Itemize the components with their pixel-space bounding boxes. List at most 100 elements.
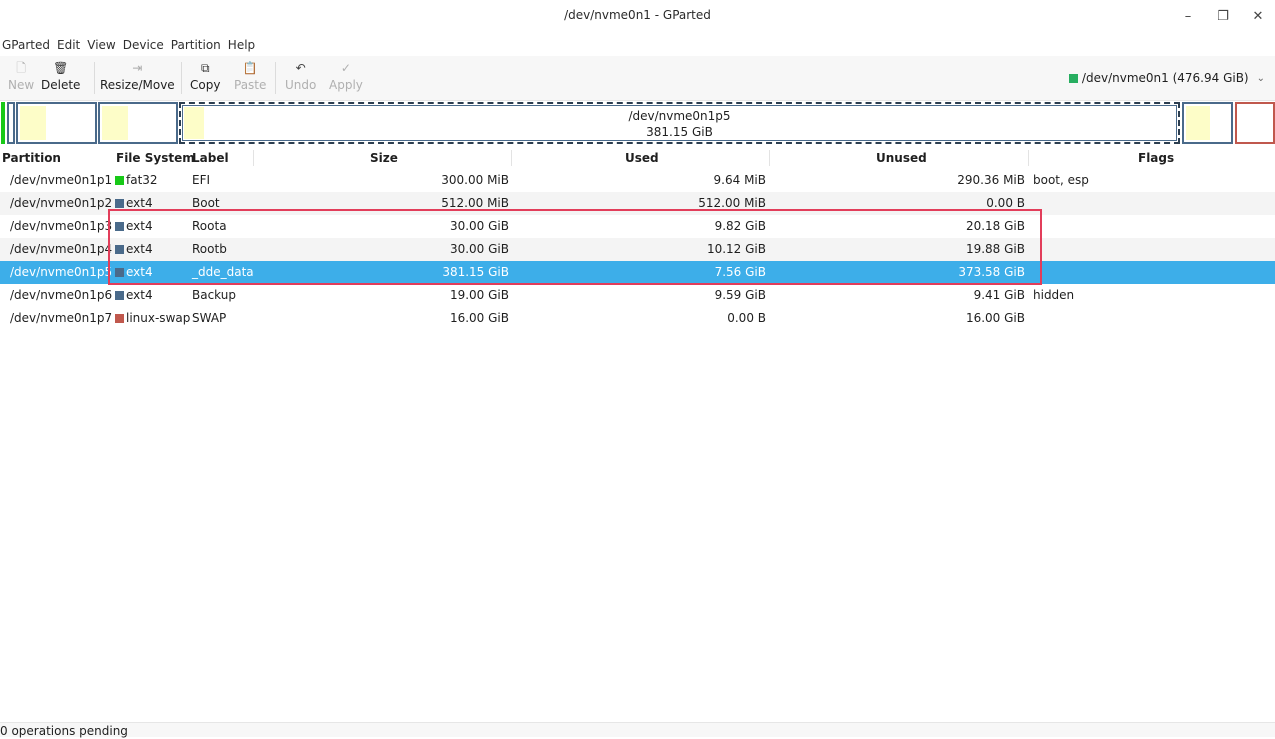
diskmap-segment-p4[interactable] [98, 102, 178, 144]
column-header-label[interactable]: Label [192, 148, 229, 168]
cell-size: 16.00 GiB [449, 311, 509, 325]
diskmap-segment-p2[interactable] [7, 102, 15, 144]
table-row[interactable]: /dev/nvme0n1p7 linux-swap SWAP 16.00 GiB… [0, 307, 1275, 330]
paste-label: Paste [234, 78, 267, 92]
cell-used: 0.00 B [727, 311, 766, 325]
resize-move-label: Resize/Move [100, 78, 175, 92]
apply-button[interactable]: ✓ Apply [329, 59, 363, 93]
cell-label: SWAP [192, 311, 227, 325]
cell-label: _dde_data [192, 265, 254, 279]
column-divider [253, 150, 254, 166]
filesystem-color-swatch [115, 268, 124, 277]
cell-used: 7.56 GiB [714, 265, 766, 279]
diskmap-selected-size: 381.15 GiB [646, 125, 713, 139]
cell-filesystem: ext4 [115, 261, 153, 284]
filesystem-name: ext4 [126, 219, 153, 233]
used-fill [1186, 106, 1210, 140]
cell-label: Roota [192, 219, 227, 233]
apply-icon: ✓ [340, 61, 351, 75]
diskmap-segment-p5[interactable]: /dev/nvme0n1p5 381.15 GiB [179, 102, 1180, 144]
filesystem-color-swatch [115, 245, 124, 254]
cell-unused: 19.88 GiB [965, 242, 1025, 256]
cell-unused: 0.00 B [986, 196, 1025, 210]
copy-button[interactable]: ⧉ Copy [190, 59, 220, 93]
menu-help[interactable]: Help [228, 35, 255, 55]
disk-map: /dev/nvme0n1p5 381.15 GiB [0, 102, 1275, 144]
cell-unused: 16.00 GiB [965, 311, 1025, 325]
cell-used: 9.82 GiB [714, 219, 766, 233]
cell-used: 10.12 GiB [706, 242, 766, 256]
cell-unused: 290.36 MiB [957, 173, 1025, 187]
minimize-button[interactable]: – [1177, 6, 1199, 26]
column-header-flags[interactable]: Flags [1138, 148, 1174, 168]
cell-size: 30.00 GiB [449, 219, 509, 233]
column-header-partition[interactable]: Partition [2, 148, 61, 168]
device-label: /dev/nvme0n1 (476.94 GiB) [1081, 71, 1249, 85]
menu-view[interactable]: View [87, 35, 115, 55]
device-selector[interactable]: /dev/nvme0n1 (476.94 GiB) ⌄ [1068, 71, 1265, 85]
diskmap-segment-p1[interactable] [1, 102, 5, 144]
diskmap-selected-label: /dev/nvme0n1p5 381.15 GiB [181, 108, 1178, 140]
new-icon: 🗋 [16, 61, 26, 75]
diskmap-segment-p6[interactable] [1182, 102, 1233, 144]
cell-filesystem: ext4 [115, 284, 153, 307]
column-header-unused[interactable]: Unused [876, 148, 927, 168]
column-divider [769, 150, 770, 166]
title-bar: /dev/nvme0n1 - GParted – ❐ ✕ [0, 0, 1275, 32]
table-row[interactable]: /dev/nvme0n1p1 fat32 EFI 300.00 MiB 9.64… [0, 169, 1275, 192]
menu-device[interactable]: Device [123, 35, 164, 55]
delete-button[interactable]: 🗑 Delete [41, 59, 80, 93]
cell-size: 30.00 GiB [449, 242, 509, 256]
cell-unused: 373.58 GiB [958, 265, 1025, 279]
cell-used: 512.00 MiB [698, 196, 766, 210]
new-button[interactable]: 🗋 New [8, 59, 34, 93]
diskmap-segment-p3[interactable] [16, 102, 97, 144]
paste-icon: 📋 [242, 61, 258, 75]
cell-used: 9.59 GiB [714, 288, 766, 302]
cell-filesystem: fat32 [115, 169, 158, 192]
cell-size: 381.15 GiB [442, 265, 509, 279]
filesystem-color-swatch [115, 291, 124, 300]
diskmap-segment-p7[interactable] [1235, 102, 1275, 144]
cell-label: Boot [192, 196, 220, 210]
table-row[interactable]: /dev/nvme0n1p6 ext4 Backup 19.00 GiB 9.5… [0, 284, 1275, 307]
close-button[interactable]: ✕ [1247, 6, 1269, 26]
apply-label: Apply [329, 78, 363, 92]
column-header-used[interactable]: Used [625, 148, 659, 168]
used-fill [102, 106, 128, 140]
cell-unused: 20.18 GiB [965, 219, 1025, 233]
table-row[interactable]: /dev/nvme0n1p4 ext4 Rootb 30.00 GiB 10.1… [0, 238, 1275, 261]
menu-edit[interactable]: Edit [57, 35, 80, 55]
column-header-size[interactable]: Size [370, 148, 398, 168]
cell-used: 9.64 MiB [713, 173, 766, 187]
menu-partition[interactable]: Partition [171, 35, 221, 55]
status-text: 0 operations pending [0, 724, 128, 738]
copy-icon: ⧉ [200, 61, 210, 75]
filesystem-name: ext4 [126, 196, 153, 210]
restore-button[interactable]: ❐ [1212, 6, 1234, 26]
resize-move-button[interactable]: ⇥ Resize/Move [100, 59, 175, 93]
filesystem-name: linux-swap [126, 311, 191, 325]
table-row[interactable]: /dev/nvme0n1p2 ext4 Boot 512.00 MiB 512.… [0, 192, 1275, 215]
toolbar-separator [94, 62, 95, 94]
cell-partition: /dev/nvme0n1p2 [10, 196, 113, 210]
cell-unused: 9.41 GiB [973, 288, 1025, 302]
paste-button[interactable]: 📋 Paste [234, 59, 266, 93]
table-row[interactable]: /dev/nvme0n1p3 ext4 Roota 30.00 GiB 9.82… [0, 215, 1275, 238]
cell-label: EFI [192, 173, 211, 187]
table-row-selected[interactable]: /dev/nvme0n1p5 ext4 _dde_data 381.15 GiB… [0, 261, 1275, 284]
column-divider [1028, 150, 1029, 166]
cell-filesystem: linux-swap [115, 307, 190, 330]
undo-icon: ↶ [295, 61, 306, 75]
column-header-filesystem[interactable]: File System [116, 148, 195, 168]
menu-gparted[interactable]: GParted [2, 35, 50, 55]
toolbar: 🗋 New 🗑 Delete ⇥ Resize/Move ⧉ Copy 📋 Pa… [0, 56, 1275, 101]
cell-size: 512.00 MiB [441, 196, 509, 210]
undo-button[interactable]: ↶ Undo [285, 59, 316, 93]
cell-label: Backup [192, 288, 236, 302]
undo-label: Undo [285, 78, 317, 92]
filesystem-color-swatch [115, 314, 124, 323]
status-bar: 0 operations pending [0, 722, 1275, 738]
cell-filesystem: ext4 [115, 238, 153, 261]
resize-move-icon: ⇥ [132, 61, 143, 75]
